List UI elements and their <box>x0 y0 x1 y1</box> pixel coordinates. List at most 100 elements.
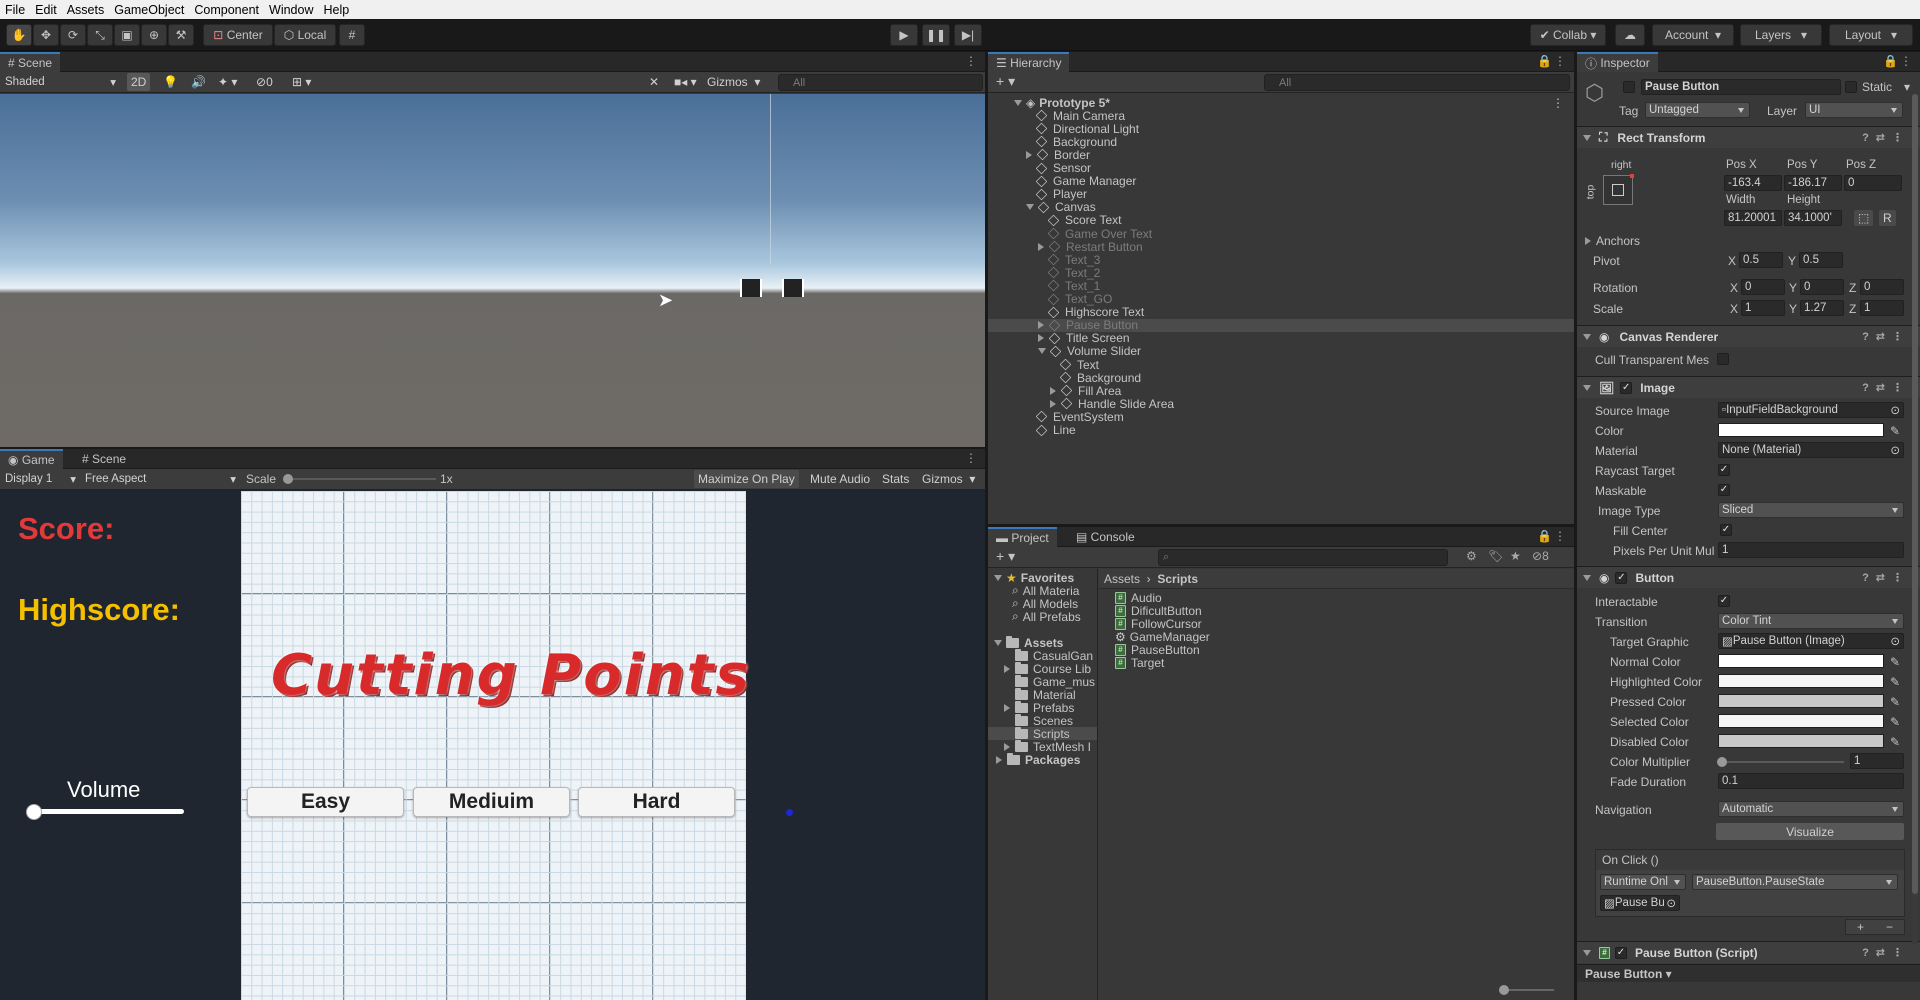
eyedropper-icon[interactable]: ✎ <box>1890 655 1900 669</box>
tag-dropdown[interactable]: Untagged <box>1645 102 1750 118</box>
add-event-button[interactable]: + <box>1857 920 1864 934</box>
color-multiplier-handle[interactable] <box>1717 757 1727 767</box>
object-name-field[interactable]: Pause Button <box>1641 79 1841 95</box>
hierarchy-item[interactable]: Text_2 <box>988 266 1574 280</box>
tab-game[interactable]: ◉ Game <box>0 449 63 469</box>
custom-tool-button[interactable]: ⚒ <box>168 24 194 46</box>
active-checkbox[interactable] <box>1623 81 1635 93</box>
color-multiplier-slider[interactable] <box>1717 757 1844 767</box>
ppu-field[interactable]: 1 <box>1718 542 1904 558</box>
scene-menu-icon[interactable]: ⋮ <box>965 54 977 68</box>
shading-dropdown[interactable]: Shaded ▾ <box>2 74 120 90</box>
game-menu-icon[interactable]: ⋮ <box>965 451 977 465</box>
favorite-item[interactable]: ⌕ All Models <box>988 596 1097 611</box>
hierarchy-item[interactable]: Pause Button <box>988 318 1574 332</box>
hand-tool-button[interactable]: ✋ <box>6 24 32 46</box>
favorite-star-icon[interactable]: ★ <box>1510 549 1521 563</box>
asset-folder[interactable]: CasualGan <box>988 648 1097 663</box>
packages-root[interactable]: Packages <box>988 752 1097 767</box>
target-graphic-field[interactable]: ▨ Pause Button (Image) ⊙ <box>1718 633 1904 649</box>
hierarchy-item[interactable]: Line <box>988 423 1574 437</box>
scrollbar-thumb[interactable] <box>1912 94 1918 894</box>
scale-slider[interactable] <box>283 474 436 484</box>
eyedropper-icon[interactable]: ✎ <box>1890 695 1900 709</box>
script-file-item[interactable]: # FollowCursor <box>1115 617 1574 631</box>
project-menu-icon[interactable]: ⋮ <box>1554 529 1566 543</box>
component-icons[interactable]: ?⇄⋮ <box>1862 381 1910 394</box>
fade-duration-field[interactable]: 0.1 <box>1718 773 1904 789</box>
hidden-packages-toggle[interactable]: ⊘8 <box>1532 549 1549 563</box>
tab-scene[interactable]: # Scene <box>0 52 61 72</box>
hierarchy-item[interactable]: ◈ Prototype 5* ⋮ <box>988 96 1574 110</box>
step-button[interactable]: ▶| <box>954 24 982 46</box>
hierarchy-item[interactable]: Restart Button <box>988 240 1574 254</box>
icon-size-handle[interactable] <box>1499 985 1509 995</box>
hierarchy-item[interactable]: Text_3 <box>988 253 1574 267</box>
lighting-toggle[interactable]: 💡 <box>159 73 182 91</box>
source-image-field[interactable]: ▫ InputFieldBackground ⊙ <box>1718 402 1904 418</box>
expand-triangle-icon[interactable] <box>1004 742 1010 751</box>
remove-event-button[interactable]: − <box>1886 920 1893 934</box>
tab-console[interactable]: ▤ Console <box>1068 527 1143 547</box>
event-target-field[interactable]: ▨ Pause Bu ⊙ <box>1600 895 1680 911</box>
add-dropdown[interactable]: + ▾ <box>996 73 1015 90</box>
highlighted-color-swatch[interactable] <box>1718 674 1884 688</box>
raw-edit-button[interactable]: R <box>1879 210 1896 226</box>
hierarchy-item[interactable]: Main Camera <box>988 109 1574 123</box>
hierarchy-item[interactable]: Background <box>988 135 1574 149</box>
hierarchy-search-input[interactable]: All <box>1264 74 1570 91</box>
menu-help[interactable]: Help <box>318 3 354 17</box>
menu-window[interactable]: Window <box>264 3 318 17</box>
component-icons[interactable]: ?⇄⋮ <box>1862 946 1910 959</box>
layers-dropdown[interactable]: Layers ▾ <box>1740 24 1822 46</box>
move-tool-button[interactable]: ✥ <box>33 24 59 46</box>
script-file-item[interactable]: # Target <box>1115 656 1574 670</box>
eyedropper-icon[interactable]: ✎ <box>1890 424 1900 438</box>
rot-y-field[interactable]: 0 <box>1800 279 1844 295</box>
object-picker-icon[interactable]: ⊙ <box>1890 443 1900 457</box>
space-local-toggle[interactable]: ⬡ Local <box>274 24 336 46</box>
scale-tool-button[interactable]: ⤡ <box>87 24 113 46</box>
tab-hierarchy[interactable]: ☰ Hierarchy <box>988 52 1070 72</box>
rect-tool-button[interactable]: ▣ <box>114 24 140 46</box>
hierarchy-item[interactable]: Game Over Text <box>988 227 1574 241</box>
lock-icon[interactable]: 🔒 <box>1537 529 1552 543</box>
expand-triangle-icon[interactable] <box>1038 334 1044 343</box>
cull-checkbox[interactable] <box>1717 353 1729 365</box>
play-button[interactable]: ▶ <box>890 24 918 46</box>
asset-folder[interactable]: Course Lib <box>988 661 1097 676</box>
hierarchy-item[interactable]: Handle Slide Area <box>988 397 1574 411</box>
icon-size-slider[interactable] <box>1499 985 1554 995</box>
camera-dropdown[interactable]: ■◂ ▾ <box>670 73 701 91</box>
rotate-tool-button[interactable]: ⟳ <box>60 24 86 46</box>
scene-viewport[interactable]: ➤ <box>0 94 985 447</box>
collab-dropdown[interactable]: ✔ Collab ▾ <box>1530 24 1606 46</box>
hidden-objects-toggle[interactable]: ⊘ 0 <box>252 73 277 91</box>
tab-project[interactable]: ▬ Project <box>988 527 1057 547</box>
asset-folder[interactable]: Scenes <box>988 713 1097 728</box>
pivot-x-field[interactable]: 0.5 <box>1739 252 1783 268</box>
width-field[interactable]: 81.20001 <box>1724 210 1782 226</box>
hierarchy-item[interactable]: EventSystem <box>988 410 1574 424</box>
audio-toggle[interactable]: 🔊 <box>187 73 210 91</box>
hierarchy-item[interactable]: Sensor <box>988 161 1574 175</box>
grid-snap-button[interactable]: # <box>339 24 365 46</box>
cloud-button[interactable]: ☁ <box>1615 24 1645 46</box>
2d-toggle[interactable]: 2D <box>127 73 151 91</box>
static-checkbox[interactable] <box>1845 81 1857 93</box>
script-header[interactable]: # ✓ Pause Button (Script) ?⇄⋮ <box>1577 941 1920 963</box>
asset-folder[interactable]: Material <box>988 687 1097 702</box>
hierarchy-item[interactable]: Title Screen <box>988 331 1574 345</box>
tab-inspector[interactable]: ⓘ Inspector <box>1577 52 1658 72</box>
menu-assets[interactable]: Assets <box>62 3 110 17</box>
color-multiplier-field[interactable]: 1 <box>1850 753 1904 769</box>
gizmos-dropdown[interactable]: Gizmos ▾ <box>703 73 769 91</box>
expand-triangle-icon[interactable] <box>994 574 1002 581</box>
lock-icon[interactable]: 🔒 <box>1537 54 1552 68</box>
component-icons[interactable]: ?⇄⋮ <box>1862 330 1910 343</box>
maximize-on-play-toggle[interactable]: Maximize On Play <box>694 470 799 488</box>
project-search-input[interactable]: ⌕ <box>1158 549 1448 566</box>
menu-edit[interactable]: Edit <box>30 3 62 17</box>
inspector-scrollbar[interactable] <box>1912 94 1918 944</box>
grid-dropdown[interactable]: ⊞ ▾ <box>288 73 315 91</box>
